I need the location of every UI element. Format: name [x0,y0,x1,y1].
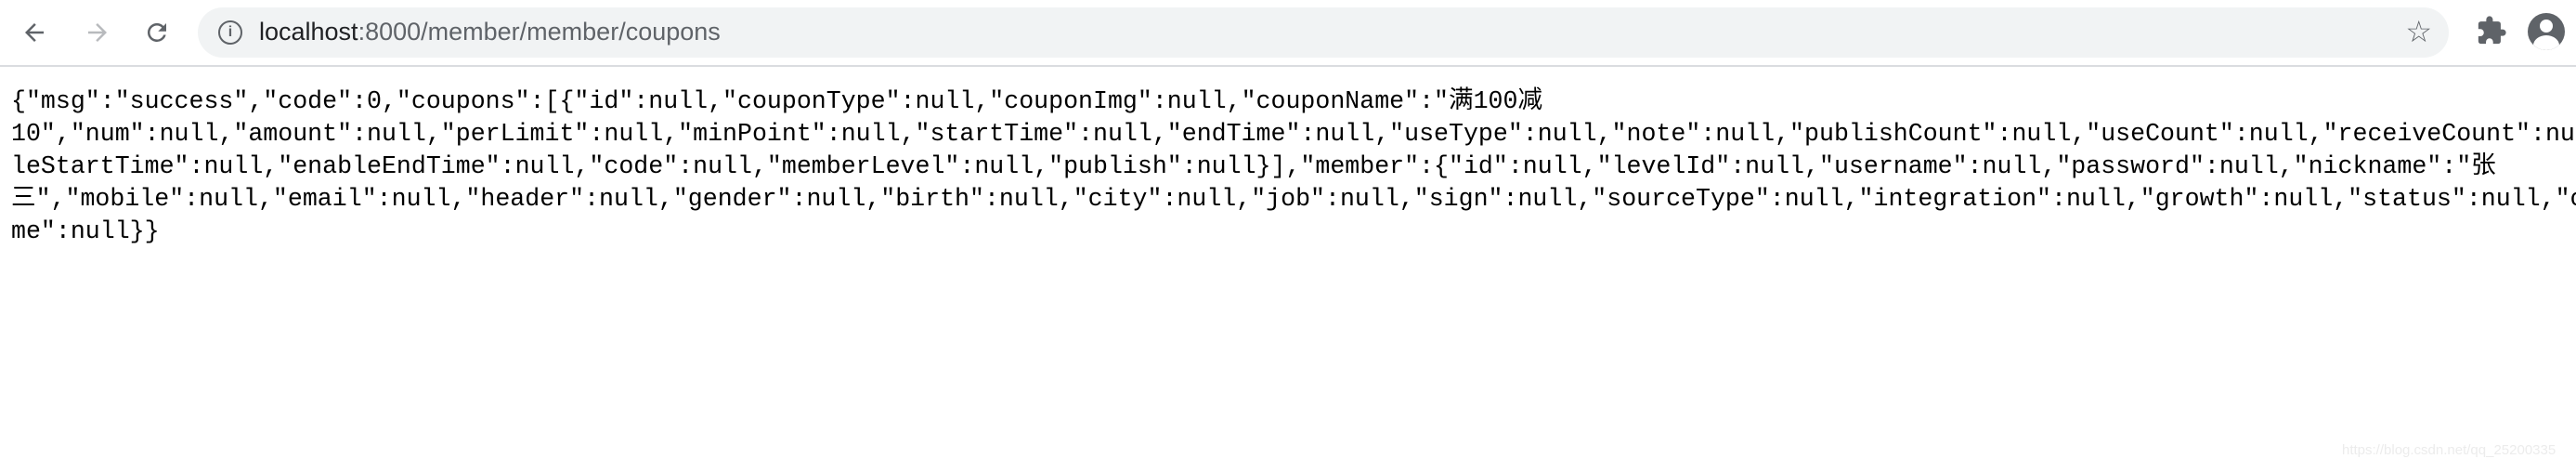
address-bar[interactable]: i localhost:8000/member/member/coupons ☆ [198,7,2449,58]
forward-arrow-icon [88,23,107,42]
json-line: me":null}} [11,217,160,245]
info-icon[interactable]: i [218,20,242,45]
extensions-button[interactable] [2476,15,2507,51]
url-host: localhost [259,18,358,46]
json-line: leStartTime":null,"enableEndTime":null,"… [11,152,2496,180]
star-icon[interactable]: ☆ [2405,17,2432,46]
url-path: :8000/member/member/coupons [358,18,721,46]
reload-icon [147,22,166,42]
forward-button[interactable] [78,13,117,52]
json-line: {"msg":"success","code":0,"coupons":[{"i… [11,87,1543,115]
json-line: 10","num":null,"amount":null,"perLimit":… [11,120,2576,148]
json-response-body: {"msg":"success","code":0,"coupons":[{"i… [11,85,2576,248]
puzzle-icon [2478,16,2506,45]
back-arrow-icon [25,23,44,42]
profile-icon[interactable] [2528,13,2565,50]
json-line: 三","mobile":null,"email":null,"header":n… [11,185,2576,213]
reload-button[interactable] [137,13,176,52]
browser-toolbar: i localhost:8000/member/member/coupons ☆ [0,0,2576,67]
watermark: https://blog.csdn.net/qq_25200335 [2342,442,2556,458]
back-button[interactable] [15,13,54,52]
url-text[interactable]: localhost:8000/member/member/coupons [259,18,721,46]
